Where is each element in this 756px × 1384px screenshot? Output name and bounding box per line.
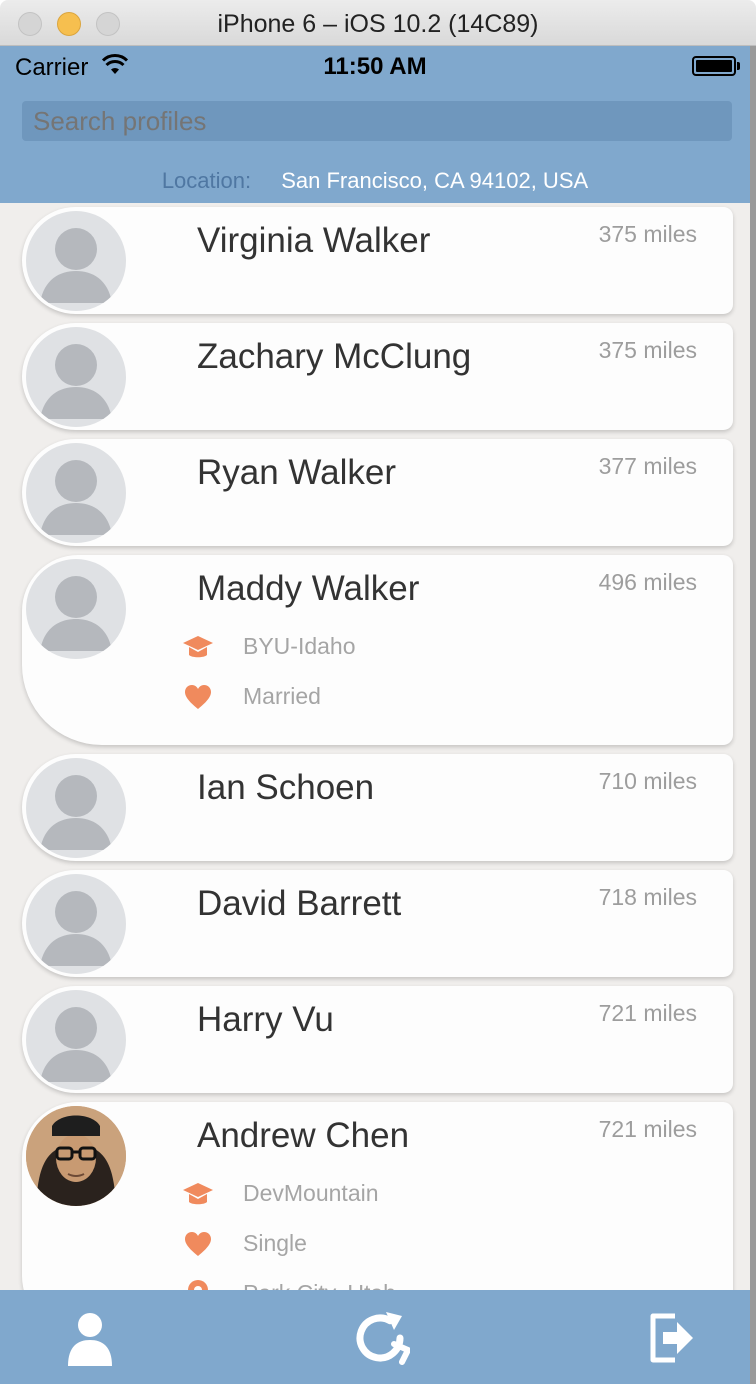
window-titlebar: iPhone 6 – iOS 10.2 (14C89) xyxy=(0,0,756,46)
heart-icon xyxy=(185,685,211,709)
school-text: DevMountain xyxy=(243,1180,379,1206)
profile-distance: 710 miles xyxy=(598,768,697,794)
profile-card[interactable]: Harry Vu 721 miles xyxy=(22,986,733,1093)
profile-card[interactable]: Zachary McClung 375 miles xyxy=(22,323,733,430)
status-bar: Carrier 11:50 AM xyxy=(0,46,750,86)
app-screen: Carrier 11:50 AM Location: San Francisco… xyxy=(0,46,750,1384)
hometown-text: Park City, Utah xyxy=(243,1280,396,1290)
profile-list[interactable]: Virginia Walker 375 miles Zachary McClun… xyxy=(0,203,750,1290)
avatar-placeholder-icon xyxy=(26,327,126,427)
profile-distance: 496 miles xyxy=(598,569,697,595)
profile-name: Harry Vu xyxy=(197,1000,334,1039)
window-title: iPhone 6 – iOS 10.2 (14C89) xyxy=(217,10,539,38)
profile-name: Maddy Walker xyxy=(197,569,420,608)
profile-card[interactable]: Virginia Walker 375 miles xyxy=(22,207,733,314)
school-text: BYU-Idaho xyxy=(243,633,356,659)
profile-distance: 375 miles xyxy=(598,337,697,363)
avatar-placeholder-icon xyxy=(26,443,126,543)
profile-card[interactable]: Ryan Walker 377 miles xyxy=(22,439,733,546)
avatar-placeholder-icon xyxy=(26,758,126,858)
profile-distance: 375 miles xyxy=(598,221,697,247)
search-input[interactable] xyxy=(22,101,732,141)
person-icon[interactable] xyxy=(60,1308,120,1368)
profile-name: Andrew Chen xyxy=(197,1116,410,1155)
location-pin-icon xyxy=(188,1280,208,1290)
profile-card[interactable]: Ian Schoen 710 miles xyxy=(22,754,733,861)
avatar-placeholder-icon xyxy=(26,990,126,1090)
heart-icon xyxy=(185,1232,211,1256)
profile-card[interactable]: David Barrett 718 miles xyxy=(22,870,733,977)
relationship-text: Single xyxy=(243,1230,307,1256)
profile-name: Ryan Walker xyxy=(197,453,397,492)
battery-tip xyxy=(737,62,740,70)
profile-name: Zachary McClung xyxy=(197,337,472,376)
profile-name: Virginia Walker xyxy=(197,221,431,260)
profile-card[interactable]: Andrew Chen 721 miles DevMountain Single… xyxy=(22,1102,733,1290)
graduation-cap-icon xyxy=(183,636,213,658)
tab-bar xyxy=(0,1290,750,1384)
profile-card[interactable]: Maddy Walker 496 miles BYU-Idaho Married xyxy=(22,555,733,745)
logout-icon[interactable] xyxy=(645,1308,705,1368)
location-label: Location: xyxy=(161,168,252,193)
refresh-icon[interactable] xyxy=(350,1308,410,1368)
avatar-placeholder-icon xyxy=(26,874,126,974)
graduation-cap-icon xyxy=(183,1183,213,1205)
battery-icon xyxy=(692,56,736,76)
profile-name: Ian Schoen xyxy=(197,768,375,807)
profile-name: David Barrett xyxy=(197,884,402,923)
location-line: Location: San Francisco, CA 94102, USA xyxy=(0,168,750,194)
app-header: Carrier 11:50 AM Location: San Francisco… xyxy=(0,46,750,203)
location-value: San Francisco, CA 94102, USA xyxy=(281,168,589,193)
profile-distance: 718 miles xyxy=(598,884,697,910)
avatar-placeholder-icon xyxy=(26,559,126,659)
status-time: 11:50 AM xyxy=(323,53,427,80)
profile-distance: 721 miles xyxy=(598,1116,697,1142)
profile-photo xyxy=(26,1106,126,1206)
window-edge xyxy=(750,46,756,1384)
profile-distance: 377 miles xyxy=(598,453,697,479)
profile-distance: 721 miles xyxy=(598,1000,697,1026)
relationship-text: Married xyxy=(243,683,321,709)
avatar-placeholder-icon xyxy=(26,211,126,311)
